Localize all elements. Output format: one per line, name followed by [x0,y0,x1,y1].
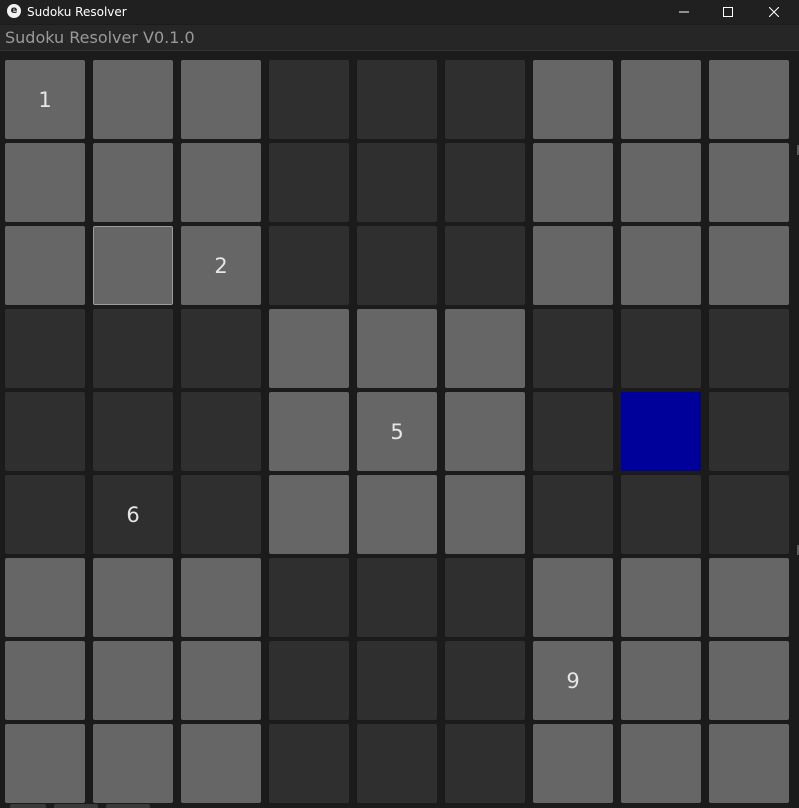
sudoku-cell[interactable] [5,309,85,388]
app-icon: e [7,4,21,18]
app-window: e Sudoku Resolver Sudoku Resolver V0.1.0… [0,0,799,808]
sudoku-cell[interactable] [5,143,85,222]
sudoku-cell[interactable] [357,226,437,305]
sudoku-cell[interactable] [709,641,789,720]
sudoku-cell[interactable] [533,724,613,803]
bottom-tab[interactable] [54,804,98,808]
sudoku-cell[interactable] [621,309,701,388]
sudoku-cell[interactable] [533,226,613,305]
minimize-button[interactable] [661,0,707,24]
sudoku-cell[interactable] [709,226,789,305]
sudoku-cell[interactable] [709,475,789,554]
sudoku-cell[interactable] [181,392,261,471]
sudoku-cell[interactable] [357,724,437,803]
app-version-title: Sudoku Resolver V0.1.0 [5,28,195,47]
bottom-tab[interactable] [106,804,150,808]
bottom-tab[interactable] [10,804,46,808]
sudoku-cell[interactable] [269,60,349,139]
sudoku-cell[interactable] [269,641,349,720]
sudoku-cell[interactable] [533,475,613,554]
sudoku-cell[interactable] [269,392,349,471]
sudoku-cell[interactable] [621,724,701,803]
sudoku-cell[interactable] [357,475,437,554]
sudoku-cell[interactable] [533,143,613,222]
sudoku-cell[interactable] [181,60,261,139]
sudoku-cell[interactable] [621,226,701,305]
title-bar[interactable]: e Sudoku Resolver [0,0,799,24]
sudoku-board: 1 2 5 6 9 [0,51,799,808]
sudoku-cell[interactable] [93,558,173,637]
sudoku-cell[interactable] [709,309,789,388]
sudoku-cell[interactable] [445,641,525,720]
sudoku-cell[interactable] [93,392,173,471]
sudoku-cell[interactable] [269,309,349,388]
sudoku-cell[interactable] [533,309,613,388]
minimize-icon [679,11,689,13]
sudoku-cell[interactable] [621,475,701,554]
sudoku-cell[interactable] [93,143,173,222]
sudoku-cell[interactable]: 2 [181,226,261,305]
sudoku-cell[interactable] [709,143,789,222]
close-button[interactable] [751,0,797,24]
sudoku-cell[interactable] [357,143,437,222]
sudoku-cell[interactable] [445,724,525,803]
sudoku-cell[interactable] [181,641,261,720]
sudoku-cell[interactable] [357,641,437,720]
sudoku-cell[interactable] [5,475,85,554]
sudoku-cell[interactable]: 6 [93,475,173,554]
sudoku-cell[interactable] [93,641,173,720]
sudoku-cell[interactable] [181,143,261,222]
sudoku-cell[interactable]: 9 [533,641,613,720]
maximize-icon [723,7,733,17]
window-title: Sudoku Resolver [27,5,127,19]
sudoku-cell[interactable] [357,60,437,139]
sudoku-cell[interactable] [5,724,85,803]
sudoku-cell[interactable] [533,60,613,139]
sudoku-cell[interactable] [621,60,701,139]
sudoku-cell[interactable] [5,392,85,471]
sudoku-cell[interactable] [621,641,701,720]
sudoku-cell[interactable] [93,309,173,388]
sudoku-cell[interactable] [269,475,349,554]
sudoku-cell[interactable] [621,558,701,637]
sudoku-cell[interactable]: 5 [357,392,437,471]
sudoku-cell[interactable] [357,309,437,388]
sudoku-cell[interactable] [709,392,789,471]
sudoku-cell[interactable] [181,558,261,637]
sudoku-cell[interactable] [533,392,613,471]
sudoku-cell[interactable] [5,226,85,305]
sudoku-cell[interactable] [445,60,525,139]
close-icon [769,7,779,17]
sudoku-cell[interactable] [93,724,173,803]
sudoku-cell[interactable] [269,226,349,305]
sudoku-cell[interactable] [93,60,173,139]
sudoku-cell[interactable]: 1 [5,60,85,139]
sudoku-cell[interactable] [621,392,701,471]
sudoku-cell[interactable] [445,475,525,554]
sudoku-cell[interactable] [709,724,789,803]
sudoku-cell[interactable] [181,309,261,388]
sudoku-cell[interactable] [445,309,525,388]
sudoku-cell[interactable] [621,143,701,222]
sudoku-cell[interactable] [445,143,525,222]
sudoku-cell[interactable] [5,558,85,637]
sudoku-cell[interactable] [181,475,261,554]
sudoku-cell[interactable] [445,226,525,305]
sudoku-cell[interactable] [269,558,349,637]
sudoku-cell[interactable] [93,226,173,305]
sudoku-cell[interactable] [357,558,437,637]
sudoku-cell[interactable] [269,143,349,222]
sudoku-cell[interactable] [445,558,525,637]
sudoku-cell[interactable] [709,558,789,637]
sudoku-cell[interactable] [181,724,261,803]
app-header: Sudoku Resolver V0.1.0 [0,25,799,51]
maximize-button[interactable] [705,0,751,24]
sudoku-cell[interactable] [445,392,525,471]
sudoku-cell[interactable] [533,558,613,637]
sudoku-cell[interactable] [269,724,349,803]
sudoku-cell[interactable] [709,60,789,139]
sudoku-cell[interactable] [5,641,85,720]
